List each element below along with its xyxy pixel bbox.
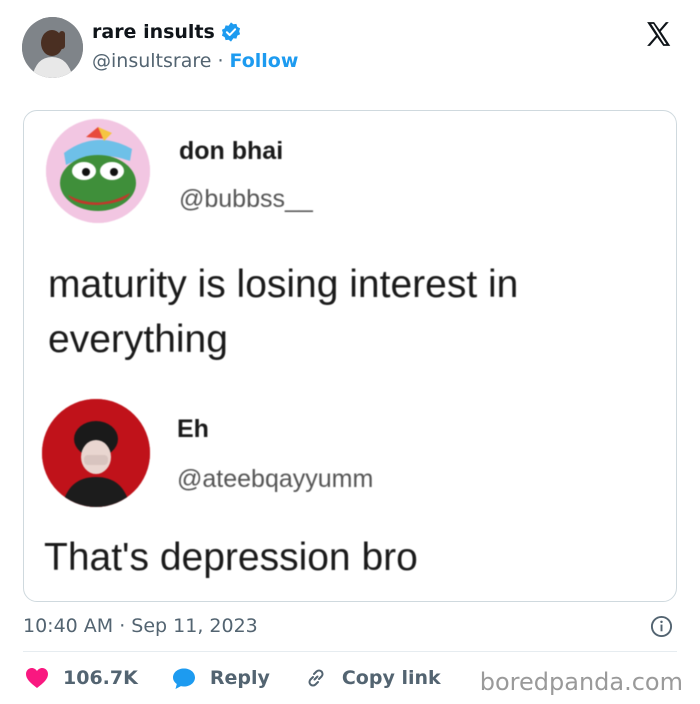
x-logo-icon[interactable] xyxy=(643,19,675,49)
footer-divider xyxy=(23,651,677,652)
author-name[interactable]: rare insults xyxy=(92,21,215,43)
eh-avatar xyxy=(42,399,150,507)
author-avatar-photo xyxy=(22,17,83,78)
tweet-header: rare insults @insultsrare · Follow xyxy=(22,17,682,81)
eh-avatar-image xyxy=(42,399,150,507)
quoted-first-handle: @bubbss__ xyxy=(179,185,313,213)
quoted-screenshot-card[interactable]: don bhai @bubbss__ maturity is losing in… xyxy=(23,110,677,602)
quoted-second-text: That's depression bro xyxy=(44,536,418,579)
like-button[interactable]: 106.7K xyxy=(25,667,138,689)
info-icon[interactable] xyxy=(650,615,673,638)
author-handle-row: @insultsrare · Follow xyxy=(92,50,298,72)
author-avatar[interactable] xyxy=(22,17,83,78)
copy-link-label: Copy link xyxy=(341,667,441,689)
heart-icon xyxy=(26,668,48,688)
reply-button[interactable]: Reply xyxy=(172,667,270,690)
pepe-avatar-image xyxy=(46,119,150,223)
reply-label: Reply xyxy=(209,667,270,689)
verified-badge-icon xyxy=(221,22,240,42)
quoted-second-name: Eh xyxy=(177,415,209,443)
quoted-second-handle: @ateebqayyumm xyxy=(177,465,374,493)
tweet-actions: 106.7K Reply Copy link xyxy=(25,665,475,691)
copy-link-button[interactable]: Copy link xyxy=(304,666,441,690)
follow-button[interactable]: Follow xyxy=(229,50,298,72)
watermark: boredpanda.com xyxy=(479,668,683,696)
link-icon xyxy=(308,669,324,687)
author-handle[interactable]: @insultsrare xyxy=(92,50,211,72)
quoted-screenshot-content: don bhai @bubbss__ maturity is losing in… xyxy=(24,111,676,601)
like-count: 106.7K xyxy=(63,667,138,689)
quoted-first-text: maturity is losing interest in everythin… xyxy=(48,263,519,361)
quoted-first-name: don bhai xyxy=(179,137,284,165)
pepe-avatar xyxy=(46,119,150,223)
author-name-row: rare insults xyxy=(92,21,242,43)
reply-bubble-icon xyxy=(172,668,195,689)
handle-separator: · xyxy=(217,50,224,72)
tweet-timestamp[interactable]: 10:40 AM · Sep 11, 2023 xyxy=(23,615,258,637)
